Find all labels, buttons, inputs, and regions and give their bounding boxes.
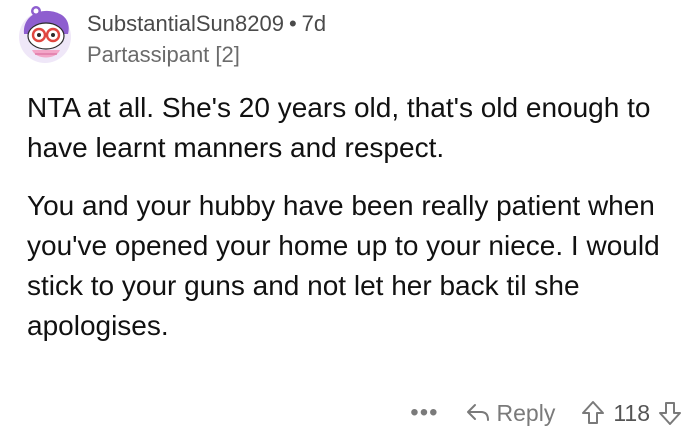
username[interactable]: SubstantialSun8209 [87,11,284,36]
reply-button[interactable]: Reply [465,399,556,427]
comment-age[interactable]: 7d [302,11,326,36]
reply-arrow-icon [466,404,489,421]
snoo-avatar-icon [19,6,71,63]
comment-paragraph: NTA at all. She's 20 years old, that's o… [27,92,651,163]
comment-actions: ••• Reply 118 [410,393,682,433]
vote-score: 118 [613,399,650,426]
upvote-arrow-icon[interactable] [581,400,605,426]
reply-label: Reply [496,399,556,426]
comment-meta: SubstantialSun8209 • 7d [87,11,326,37]
user-flair: Partassipant [2] [87,42,240,67]
vote-controls: 118 [581,400,682,427]
downvote-arrow-icon[interactable] [658,400,682,426]
comment-paragraph: You and your hubby have been really pati… [27,190,660,341]
comment-body: NTA at all. She's 20 years old, that's o… [27,88,687,346]
meta-separator: • [288,11,297,36]
more-options-button[interactable]: ••• [410,399,438,427]
avatar[interactable] [14,4,76,66]
